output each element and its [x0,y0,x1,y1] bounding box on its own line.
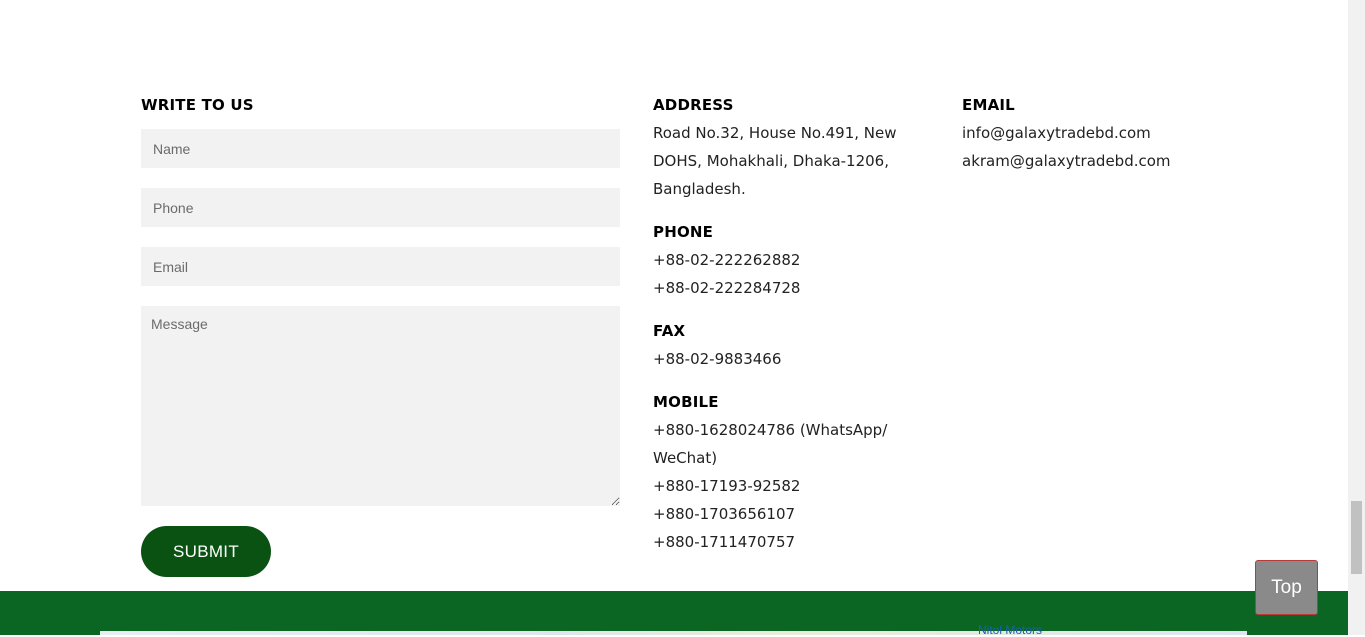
contact-page: WRITE TO US SUBMIT ADDRESS Road No.32, H… [0,0,1348,637]
phone-number: +88-02-222262882 [653,251,801,269]
scrollbar-thumb[interactable] [1351,501,1362,574]
phone-input[interactable] [141,188,620,227]
name-input[interactable] [141,129,620,168]
phone-number: +88-02-222284728 [653,279,801,297]
footer-band [0,591,1348,635]
email-address[interactable]: akram@galaxytradebd.com [962,147,1171,175]
email-title: EMAIL [962,96,1015,114]
mobile-number: +880-1703656107 [653,505,796,523]
email-input[interactable] [141,247,620,286]
mobile-number-whatsapp: +880-1628024786 (WhatsApp/ WeChat) [653,421,888,467]
mobile-title: MOBILE [653,393,719,411]
fax-number: +88-02-9883466 [653,350,782,368]
mobile-number: +880-17193-92582 [653,477,801,495]
submit-button[interactable]: SUBMIT [141,526,271,577]
embedded-map[interactable] [100,631,1247,635]
fax-title: FAX [653,322,686,340]
address-title: ADDRESS [653,96,734,114]
address-text: Road No.32, House No.491, New DOHS, Moha… [653,124,897,198]
email-address[interactable]: info@galaxytradebd.com [962,119,1151,147]
form-title: WRITE TO US [141,96,254,114]
back-to-top-button[interactable]: Top [1255,560,1318,615]
phone-title: PHONE [653,223,714,241]
mobile-number: +880-1711470757 [653,533,796,551]
message-textarea[interactable] [141,306,620,506]
